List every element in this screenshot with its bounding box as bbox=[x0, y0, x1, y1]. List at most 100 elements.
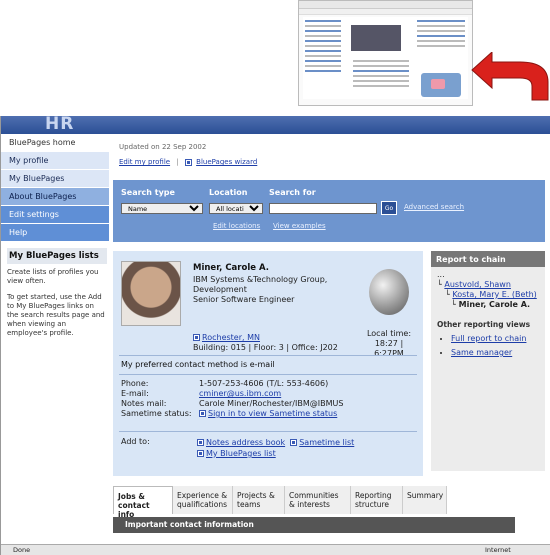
report-chain-panel: Report to chain ... └ Austvold, Shawn └ … bbox=[431, 251, 545, 471]
my-lists-panel: My BluePages lists Create lists of profi… bbox=[1, 248, 109, 338]
thumbnail-map bbox=[421, 73, 461, 97]
chain-person-2[interactable]: Kosta, Mary E. (Beth) bbox=[452, 290, 536, 299]
divider bbox=[119, 374, 417, 375]
sidebar-item-home[interactable]: BluePages home bbox=[1, 134, 109, 152]
sidebar-item-edit-settings[interactable]: Edit settings bbox=[1, 206, 109, 224]
notes-value: Carole Miner/Rochester/IBM@IBMUS bbox=[199, 399, 344, 408]
edit-profile-link[interactable]: Edit my profile bbox=[119, 158, 170, 166]
sametime-label: Sametime status: bbox=[121, 409, 192, 418]
profile-links: Edit my profile | BluePages wizard bbox=[119, 158, 257, 166]
tab-reporting[interactable]: Reporting structure bbox=[351, 486, 403, 514]
globe-icon bbox=[369, 269, 409, 315]
my-lists-help: To get started, use the Add to My BluePa… bbox=[7, 293, 105, 337]
thumbnail-body bbox=[303, 17, 468, 99]
search-panel: Search type Location Search for Name All… bbox=[113, 180, 545, 242]
contact-details: Phone: 1-507-253-4606 (T/L: 553-4606) E-m… bbox=[121, 379, 343, 419]
tree-branch-icon: └ bbox=[437, 280, 442, 289]
tab-summary[interactable]: Summary bbox=[403, 486, 447, 514]
divider bbox=[119, 431, 417, 432]
thumbnail-photo bbox=[351, 25, 401, 51]
search-input[interactable] bbox=[269, 203, 377, 214]
chain-ellipsis: ... bbox=[437, 270, 445, 279]
local-time-value-12h: 6:27PM bbox=[374, 349, 404, 358]
report-chain-title: Report to chain bbox=[431, 251, 545, 267]
location-label: Location bbox=[209, 188, 248, 197]
bluepages-list-icon bbox=[197, 450, 204, 457]
thumbnail-center-column bbox=[351, 57, 411, 99]
profile-location: Rochester, MN Building: 015 | Floor: 3 |… bbox=[193, 333, 338, 353]
thumbnail-toolbar bbox=[299, 1, 472, 9]
tree-branch-icon: └ bbox=[445, 290, 450, 299]
banner-logo: HR bbox=[45, 114, 75, 134]
my-lists-heading: My BluePages lists bbox=[7, 248, 107, 264]
divider bbox=[119, 355, 417, 356]
local-time-value: 18:27 | bbox=[374, 339, 404, 348]
sidebar-item-my-bluepages[interactable]: My BluePages bbox=[1, 170, 109, 188]
sidebar: BluePages home My profile My BluePages A… bbox=[1, 134, 109, 345]
full-report-link[interactable]: Full report to chain bbox=[451, 334, 526, 343]
thumbnail-left-column bbox=[303, 17, 343, 99]
same-manager-link[interactable]: Same manager bbox=[451, 348, 512, 357]
sidebar-item-about[interactable]: About BluePages bbox=[1, 188, 109, 206]
add-sametime-link[interactable]: Sametime list bbox=[299, 438, 354, 447]
thumbnail-addressbar bbox=[299, 9, 472, 15]
banner: HR bbox=[1, 114, 550, 134]
profile-photo bbox=[121, 261, 181, 326]
notes-label: Notes mail: bbox=[121, 399, 167, 408]
edit-locations-link[interactable]: Edit locations bbox=[213, 222, 260, 230]
tab-experience[interactable]: Experience & qualifications bbox=[173, 486, 233, 514]
important-contact-header: Important contact information bbox=[113, 517, 515, 533]
building-info: Building: 015 | Floor: 3 | Office: J202 bbox=[193, 343, 338, 352]
tab-jobs-contact[interactable]: Jobs & contact info bbox=[113, 486, 173, 519]
wizard-link[interactable]: BluePages wizard bbox=[196, 158, 257, 166]
sidebar-item-help[interactable]: Help bbox=[1, 224, 109, 242]
sametime-icon bbox=[199, 410, 206, 417]
profile-info: IBM Systems &Technology Group, Developme… bbox=[193, 275, 343, 305]
search-for-label: Search for bbox=[269, 188, 316, 197]
advanced-search-link[interactable]: Advanced search bbox=[404, 203, 464, 211]
status-zone: Internet bbox=[485, 546, 511, 554]
local-time-label: Local time: bbox=[366, 329, 412, 338]
profile-name: Miner, Carole A. bbox=[193, 263, 269, 273]
sidebar-item-my-profile[interactable]: My profile bbox=[1, 152, 109, 170]
location-select[interactable]: All locations bbox=[209, 203, 263, 214]
search-type-select[interactable]: Name bbox=[121, 203, 203, 214]
report-chain-body: ... └ Austvold, Shawn └ Kosta, Mary E. (… bbox=[431, 267, 545, 365]
page-thumbnail bbox=[298, 0, 473, 106]
updated-date: Updated on 22 Sep 2002 bbox=[119, 143, 207, 151]
notes-icon bbox=[197, 439, 204, 446]
location-link[interactable]: Rochester, MN bbox=[202, 333, 260, 342]
other-views-list: Full report to chain Same manager bbox=[437, 334, 539, 358]
add-notes-link[interactable]: Notes address book bbox=[206, 438, 285, 447]
chain-person-3: Miner, Carole A. bbox=[458, 300, 531, 309]
profile-department: Development bbox=[193, 285, 247, 294]
search-type-label: Search type bbox=[121, 188, 175, 197]
add-to-label: Add to: bbox=[121, 437, 150, 446]
view-examples-link[interactable]: View examples bbox=[273, 222, 326, 230]
tab-communities[interactable]: Communities & interests bbox=[285, 486, 351, 514]
email-link[interactable]: cminer@us.ibm.com bbox=[199, 389, 281, 399]
phone-label: Phone: bbox=[121, 379, 149, 388]
sametime-status-link[interactable]: Sign in to view Sametime status bbox=[208, 409, 337, 418]
add-bluepages-link[interactable]: My BluePages list bbox=[206, 449, 276, 458]
email-label: E-mail: bbox=[121, 389, 149, 398]
status-done: Done bbox=[13, 546, 31, 554]
search-go-button[interactable]: Go bbox=[381, 201, 397, 215]
map-icon bbox=[193, 334, 200, 341]
wizard-icon bbox=[184, 158, 192, 166]
phone-value: 1-507-253-4606 (T/L: 553-4606) bbox=[199, 379, 329, 388]
profile-division: IBM Systems &Technology Group, bbox=[193, 275, 328, 284]
preferred-contact: My preferred contact method is e-mail bbox=[121, 360, 275, 369]
tab-projects[interactable]: Projects & teams bbox=[233, 486, 285, 514]
red-arrow-icon bbox=[471, 52, 549, 101]
link-separator: | bbox=[176, 158, 179, 166]
my-lists-text: Create lists of profiles you view often. bbox=[7, 268, 99, 285]
status-bar: Done Internet bbox=[1, 544, 550, 555]
sametime-list-icon bbox=[290, 439, 298, 446]
profile-card: Miner, Carole A. IBM Systems &Technology… bbox=[113, 251, 423, 476]
other-views-heading: Other reporting views bbox=[437, 320, 531, 329]
chain-person-1[interactable]: Austvold, Shawn bbox=[444, 280, 511, 289]
profile-title: Senior Software Engineer bbox=[193, 295, 295, 304]
profile-tabs: Jobs & contact info Experience & qualifi… bbox=[113, 486, 447, 519]
bluepages-window: HR BluePages home My profile My BluePage… bbox=[0, 114, 550, 555]
